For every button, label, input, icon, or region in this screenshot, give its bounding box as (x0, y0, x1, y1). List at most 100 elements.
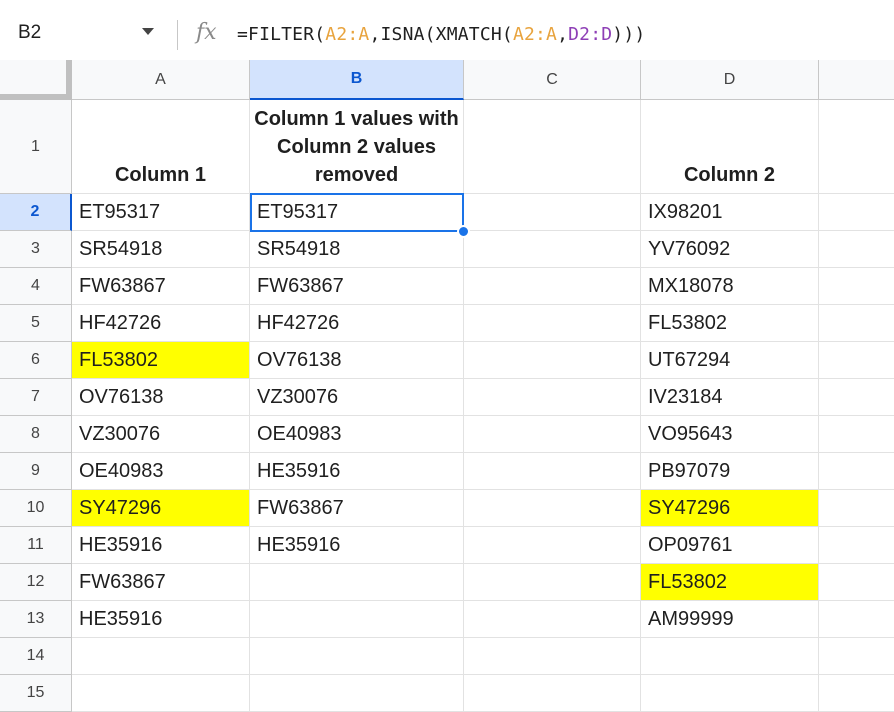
cell-d2[interactable]: IX98201 (641, 194, 819, 231)
cell-d3[interactable]: YV76092 (641, 231, 819, 268)
cell-b11[interactable]: HE35916 (250, 527, 464, 564)
cell-a9[interactable]: OE40983 (72, 453, 250, 490)
cell-e3[interactable] (819, 231, 894, 268)
column-header-e[interactable] (819, 60, 894, 100)
column-header-c[interactable]: C (464, 60, 641, 100)
cell-c3[interactable] (464, 231, 641, 268)
cell-b14[interactable] (250, 638, 464, 675)
cell-e1[interactable] (819, 100, 894, 194)
cell-e7[interactable] (819, 379, 894, 416)
cell-d4[interactable]: MX18078 (641, 268, 819, 305)
cell-a3[interactable]: SR54918 (72, 231, 250, 268)
cell-c6[interactable] (464, 342, 641, 379)
cell-d11[interactable]: OP09761 (641, 527, 819, 564)
cell-c14[interactable] (464, 638, 641, 675)
row-header-2[interactable]: 2 (0, 194, 72, 231)
row-header-4[interactable]: 4 (0, 268, 72, 305)
cell-c10[interactable] (464, 490, 641, 527)
row-header-3[interactable]: 3 (0, 231, 72, 268)
cell-b2[interactable]: ET95317 (250, 194, 464, 231)
cell-a4[interactable]: FW63867 (72, 268, 250, 305)
cell-b7[interactable]: VZ30076 (250, 379, 464, 416)
cell-b9[interactable]: HE35916 (250, 453, 464, 490)
cell-a10[interactable]: SY47296 (72, 490, 250, 527)
cell-e4[interactable] (819, 268, 894, 305)
column-header-a[interactable]: A (72, 60, 250, 100)
cell-b12[interactable] (250, 564, 464, 601)
cell-d6[interactable]: UT67294 (641, 342, 819, 379)
cell-c9[interactable] (464, 453, 641, 490)
name-box[interactable]: B2 (18, 22, 41, 44)
cell-a1[interactable]: Column 1 (72, 100, 250, 194)
cell-e2[interactable] (819, 194, 894, 231)
cell-a7[interactable]: OV76138 (72, 379, 250, 416)
cell-c15[interactable] (464, 675, 641, 712)
cell-a2[interactable]: ET95317 (72, 194, 250, 231)
cell-e12[interactable] (819, 564, 894, 601)
cell-b8[interactable]: OE40983 (250, 416, 464, 453)
cell-c4[interactable] (464, 268, 641, 305)
fill-handle[interactable] (457, 225, 470, 238)
cell-a6[interactable]: FL53802 (72, 342, 250, 379)
cell-d15[interactable] (641, 675, 819, 712)
cell-c11[interactable] (464, 527, 641, 564)
cell-a8[interactable]: VZ30076 (72, 416, 250, 453)
cell-e14[interactable] (819, 638, 894, 675)
name-box-dropdown-icon[interactable] (142, 28, 154, 35)
row-header-5[interactable]: 5 (0, 305, 72, 342)
cell-d13[interactable]: AM99999 (641, 601, 819, 638)
cell-d5[interactable]: FL53802 (641, 305, 819, 342)
cell-e15[interactable] (819, 675, 894, 712)
cell-a15[interactable] (72, 675, 250, 712)
row-header-8[interactable]: 8 (0, 416, 72, 453)
cell-d8[interactable]: VO95643 (641, 416, 819, 453)
cell-b5[interactable]: HF42726 (250, 305, 464, 342)
cell-b13[interactable] (250, 601, 464, 638)
formula-input[interactable]: =FILTER(A2:A,ISNA(XMATCH(A2:A,D2:D))) (237, 24, 645, 45)
cell-a11[interactable]: HE35916 (72, 527, 250, 564)
column-header-b[interactable]: B (250, 60, 464, 100)
cell-a13[interactable]: HE35916 (72, 601, 250, 638)
cell-b1[interactable]: Column 1 values with Column 2 values rem… (250, 100, 464, 194)
row-header-14[interactable]: 14 (0, 638, 72, 675)
cell-d14[interactable] (641, 638, 819, 675)
row-header-7[interactable]: 7 (0, 379, 72, 416)
row-header-13[interactable]: 13 (0, 601, 72, 638)
cell-c12[interactable] (464, 564, 641, 601)
cell-c7[interactable] (464, 379, 641, 416)
cell-b15[interactable] (250, 675, 464, 712)
row-header-9[interactable]: 9 (0, 453, 72, 490)
row-header-11[interactable]: 11 (0, 527, 72, 564)
cell-b3[interactable]: SR54918 (250, 231, 464, 268)
cell-e9[interactable] (819, 453, 894, 490)
cell-d9[interactable]: PB97079 (641, 453, 819, 490)
cell-e8[interactable] (819, 416, 894, 453)
cell-a12[interactable]: FW63867 (72, 564, 250, 601)
cell-d7[interactable]: IV23184 (641, 379, 819, 416)
cell-e10[interactable] (819, 490, 894, 527)
cell-a5[interactable]: HF42726 (72, 305, 250, 342)
cell-b6[interactable]: OV76138 (250, 342, 464, 379)
row-header-15[interactable]: 15 (0, 675, 72, 712)
cell-e6[interactable] (819, 342, 894, 379)
cell-a14[interactable] (72, 638, 250, 675)
formula-token: ))) (612, 24, 646, 45)
cell-c13[interactable] (464, 601, 641, 638)
cell-c5[interactable] (464, 305, 641, 342)
cell-d10[interactable]: SY47296 (641, 490, 819, 527)
cell-b4[interactable]: FW63867 (250, 268, 464, 305)
cell-c1[interactable] (464, 100, 641, 194)
cell-c8[interactable] (464, 416, 641, 453)
cell-b10[interactable]: FW63867 (250, 490, 464, 527)
cell-d12[interactable]: FL53802 (641, 564, 819, 601)
row-header-6[interactable]: 6 (0, 342, 72, 379)
cell-e13[interactable] (819, 601, 894, 638)
cell-d1[interactable]: Column 2 (641, 100, 819, 194)
cell-e11[interactable] (819, 527, 894, 564)
cell-c2[interactable] (464, 194, 641, 231)
row-header-12[interactable]: 12 (0, 564, 72, 601)
column-header-d[interactable]: D (641, 60, 819, 100)
row-header-1[interactable]: 1 (0, 100, 72, 194)
cell-e5[interactable] (819, 305, 894, 342)
row-header-10[interactable]: 10 (0, 490, 72, 527)
